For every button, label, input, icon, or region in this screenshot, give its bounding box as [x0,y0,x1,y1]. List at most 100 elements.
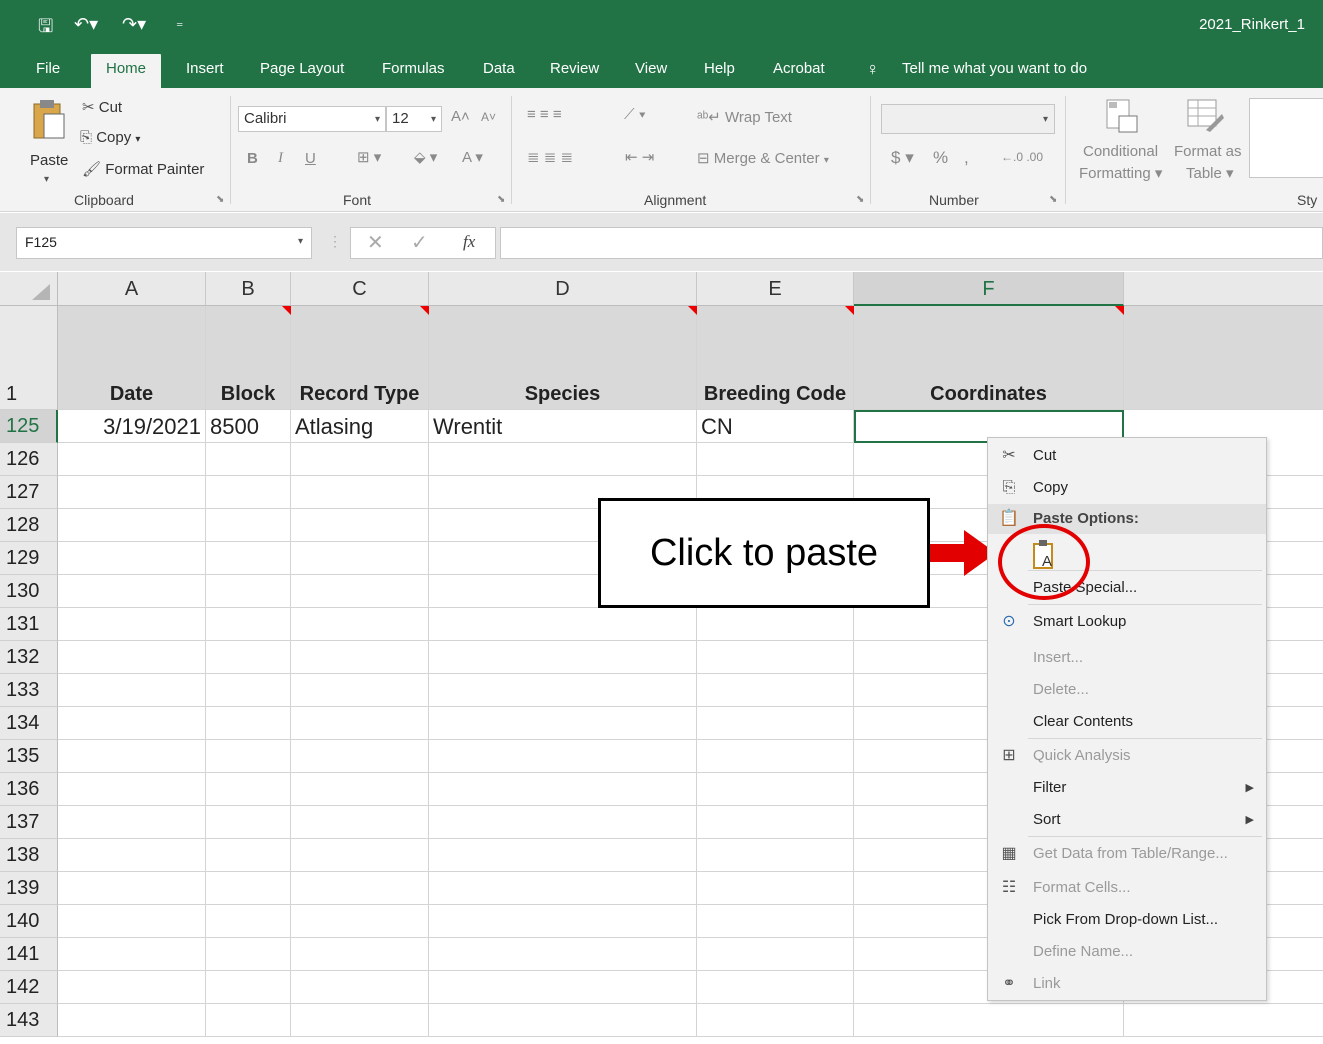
grid-cell[interactable] [429,971,697,1004]
grid-cell[interactable] [291,476,429,509]
grid-cell[interactable] [429,806,697,839]
row-header-142[interactable]: 142 [0,971,58,1004]
grid-cell[interactable] [58,542,206,575]
currency-button[interactable]: $ ▾ [891,148,914,168]
grid-cell[interactable] [291,641,429,674]
grid-cell[interactable] [697,443,854,476]
row-header-1[interactable]: 1 [0,306,58,410]
grid-cell[interactable] [697,1004,854,1037]
comment-indicator-icon[interactable] [688,306,697,315]
menu-item-get-data-from-table-range[interactable]: ▦ Get Data from Table/Range... [988,838,1266,870]
grid-cell[interactable] [854,1004,1124,1037]
grid-cell[interactable] [697,707,854,740]
italic-button[interactable]: I [278,150,283,167]
align-top-icon[interactable]: ≡ ≡ ≡ [527,106,562,123]
header-cell-species[interactable]: Species [429,306,697,410]
row-header-126[interactable]: 126 [0,443,58,476]
cell-c125[interactable]: Atlasing [291,410,429,443]
header-cell-date[interactable]: Date [58,306,206,410]
grid-cell[interactable] [58,674,206,707]
grid-cell[interactable] [58,872,206,905]
grid-cell[interactable] [291,674,429,707]
menu-item-smart-lookup[interactable]: ⊙ Smart Lookup [988,606,1266,638]
cell-a125[interactable]: 3/19/2021 [58,410,206,443]
grid-cell[interactable] [206,674,291,707]
grid-cell[interactable] [697,839,854,872]
underline-button[interactable]: U [305,150,316,167]
row-header-141[interactable]: 141 [0,938,58,971]
row-header-129[interactable]: 129 [0,542,58,575]
grid-cell[interactable] [697,905,854,938]
grid-cell[interactable] [697,806,854,839]
cell-d125[interactable]: Wrentit [429,410,697,443]
paste-button[interactable]: Paste ▾ [26,96,70,188]
insert-function-button[interactable]: fx [463,232,475,252]
grid-cell[interactable] [58,971,206,1004]
row-header-143[interactable]: 143 [0,1004,58,1037]
increase-decimal-icon[interactable]: ←.0 .00 [1001,150,1043,164]
grid-cell[interactable] [291,740,429,773]
grid-cell[interactable] [58,905,206,938]
grid-cell[interactable] [206,641,291,674]
header-cell-coordinates[interactable]: Coordinates [854,306,1124,410]
grid-cell[interactable] [291,707,429,740]
row-header-136[interactable]: 136 [0,773,58,806]
select-all-corner[interactable] [0,272,58,306]
grid-cell[interactable] [58,443,206,476]
comment-indicator-icon[interactable] [845,306,854,315]
font-name-select[interactable]: Calibri ▾ [238,106,386,132]
tab-page-layout[interactable]: Page Layout [260,50,344,88]
tab-formulas[interactable]: Formulas [382,50,445,88]
orientation-icon[interactable]: ⟋ ▾ [624,106,646,123]
row-header-138[interactable]: 138 [0,839,58,872]
grid-cell[interactable] [697,971,854,1004]
menu-item-delete[interactable]: Delete... [988,674,1266,706]
grid-cell[interactable] [291,509,429,542]
name-box[interactable]: F125 ▾ [16,227,312,259]
grid-cell[interactable] [58,608,206,641]
header-cell-record-type[interactable]: Record Type [291,306,429,410]
tab-help[interactable]: Help [704,50,735,88]
grid-cell[interactable] [429,740,697,773]
grid-cell[interactable] [291,443,429,476]
cell-e125[interactable]: CN [697,410,854,443]
column-header-e[interactable]: E [697,272,854,306]
grid-cell[interactable] [697,740,854,773]
row-header-128[interactable]: 128 [0,509,58,542]
format-painter-button[interactable]: 🖌 Format Painter [82,160,204,178]
grid-cell[interactable] [206,806,291,839]
tab-home[interactable]: Home [91,54,162,88]
grid-cell[interactable] [697,938,854,971]
grid-cell[interactable] [1124,1004,1323,1037]
cut-button[interactable]: ✂ Cut [82,98,122,116]
grid-cell[interactable] [697,674,854,707]
format-as-table-button[interactable]: Format as Table ▾ [1172,98,1246,188]
row-header-139[interactable]: 139 [0,872,58,905]
column-header-c[interactable]: C [291,272,429,306]
indent-icon[interactable]: ⇤ ⇥ [625,148,654,166]
grid-cell[interactable] [58,740,206,773]
row-header-125[interactable]: 125 [0,410,58,443]
grid-cell[interactable] [58,773,206,806]
font-size-select[interactable]: 12 ▾ [386,106,442,132]
row-header-133[interactable]: 133 [0,674,58,707]
menu-item-quick-analysis[interactable]: ⊞ Quick Analysis [988,740,1266,772]
grid-cell[interactable] [58,938,206,971]
menu-item-copy[interactable]: ⎘ Copy [988,472,1266,504]
row-header-140[interactable]: 140 [0,905,58,938]
header-cell-block[interactable]: Block [206,306,291,410]
fill-color-icon[interactable]: ⬙ ▾ [414,148,437,166]
tab-insert[interactable]: Insert [186,50,224,88]
grid-cell[interactable] [429,938,697,971]
grid-cell[interactable] [429,1004,697,1037]
grid-cell[interactable] [58,707,206,740]
comma-button[interactable]: , [964,148,969,168]
grid-cell[interactable] [206,938,291,971]
menu-item-cut[interactable]: ✂ Cut [988,440,1266,472]
grid-cell[interactable] [206,971,291,1004]
tab-acrobat[interactable]: Acrobat [773,50,825,88]
tell-me-search[interactable]: Tell me what you want to do [902,50,1087,88]
grid-cell[interactable] [697,641,854,674]
comment-indicator-icon[interactable] [1115,306,1124,315]
menu-item-filter[interactable]: Filter ▶ [988,772,1266,804]
